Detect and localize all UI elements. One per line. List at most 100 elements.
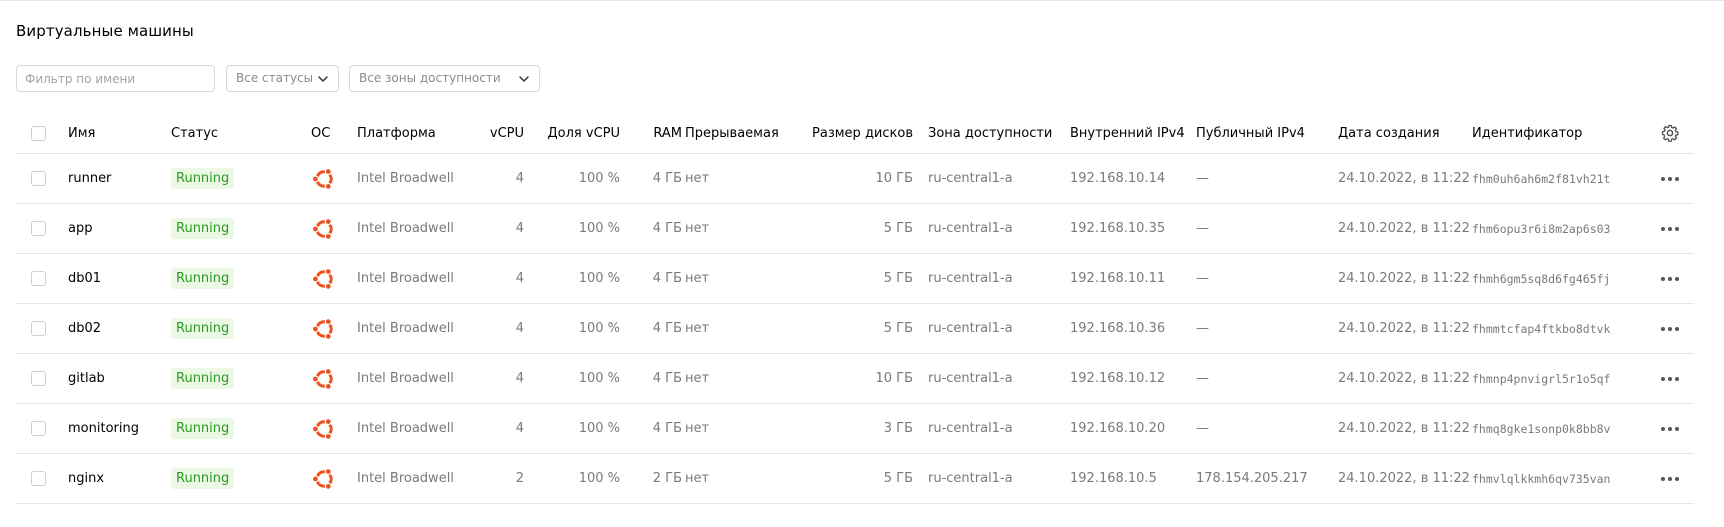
- row-checkbox[interactable]: [31, 221, 46, 236]
- name-filter-input[interactable]: [16, 65, 215, 92]
- status-badge: Running: [171, 218, 235, 239]
- ram: 4 ГБ: [652, 171, 682, 186]
- internal-ip: 192.168.10.14: [1070, 171, 1166, 186]
- vm-name[interactable]: gitlab: [68, 354, 163, 403]
- status-badge: Running: [171, 318, 235, 339]
- disk-size: 3 ГБ: [883, 421, 913, 436]
- vm-name[interactable]: nginx: [68, 454, 163, 503]
- ubuntu-icon: [311, 417, 333, 440]
- chevron-down-icon: [318, 76, 328, 82]
- more-actions-icon[interactable]: [1661, 276, 1679, 281]
- column-header-os[interactable]: ОС: [311, 113, 341, 153]
- table-row[interactable]: gitlab Running Intel Broadwell 4 100 % 4…: [16, 354, 1694, 404]
- column-header-created[interactable]: Дата создания: [1338, 113, 1468, 153]
- zone-filter-select[interactable]: Все зоны доступности: [349, 65, 540, 92]
- vm-table: Имя Статус ОС Платформа vCPU Доля vCPU R…: [16, 113, 1694, 504]
- disk-size: 5 ГБ: [883, 321, 913, 336]
- table-row[interactable]: monitoring Running Intel Broadwell 4 100…: [16, 404, 1694, 454]
- more-actions-icon[interactable]: [1661, 176, 1679, 181]
- availability-zone: ru-central1-a: [928, 221, 1013, 236]
- ubuntu-icon: [311, 317, 333, 340]
- column-header-disk-size[interactable]: Размер дисков: [806, 113, 913, 153]
- gear-icon[interactable]: [1661, 124, 1679, 142]
- vm-id: fhmmtcfap4ftkbo8dtvk: [1472, 321, 1611, 336]
- column-header-platform[interactable]: Платформа: [357, 113, 467, 153]
- availability-zone: ru-central1-a: [928, 421, 1013, 436]
- platform: Intel Broadwell: [357, 371, 454, 386]
- ubuntu-icon: [311, 217, 333, 240]
- platform: Intel Broadwell: [357, 221, 454, 236]
- row-checkbox[interactable]: [31, 321, 46, 336]
- row-checkbox[interactable]: [31, 471, 46, 486]
- row-checkbox[interactable]: [31, 421, 46, 436]
- vcpu: 4: [515, 321, 524, 336]
- preemptible: нет: [685, 271, 710, 286]
- row-checkbox[interactable]: [31, 271, 46, 286]
- platform: Intel Broadwell: [357, 321, 454, 336]
- vm-name[interactable]: monitoring: [68, 404, 163, 453]
- disk-size: 5 ГБ: [883, 271, 913, 286]
- table-row[interactable]: app Running Intel Broadwell 4 100 % 4 ГБ…: [16, 204, 1694, 254]
- ubuntu-icon: [311, 367, 333, 390]
- column-header-vcpu[interactable]: vCPU: [471, 113, 524, 153]
- disk-size: 5 ГБ: [883, 221, 913, 236]
- internal-ip: 192.168.10.35: [1070, 221, 1166, 236]
- internal-ip: 192.168.10.36: [1070, 321, 1166, 336]
- platform: Intel Broadwell: [357, 171, 454, 186]
- created-date: 24.10.2022, в 11:22: [1338, 221, 1470, 236]
- vcpu-share: 100 %: [578, 471, 620, 486]
- column-header-name[interactable]: Имя: [68, 113, 163, 153]
- column-header-zone[interactable]: Зона доступности: [928, 113, 1058, 153]
- preemptible: нет: [685, 221, 710, 236]
- internal-ip: 192.168.10.20: [1070, 421, 1166, 436]
- vcpu-share: 100 %: [578, 221, 620, 236]
- preemptible: нет: [685, 421, 710, 436]
- more-actions-icon[interactable]: [1661, 326, 1679, 331]
- ram: 4 ГБ: [652, 421, 682, 436]
- preemptible: нет: [685, 171, 710, 186]
- platform: Intel Broadwell: [357, 421, 454, 436]
- row-checkbox[interactable]: [31, 371, 46, 386]
- column-header-vcpu-share[interactable]: Доля vCPU: [536, 113, 621, 153]
- more-actions-icon[interactable]: [1661, 426, 1679, 431]
- ram: 2 ГБ: [652, 471, 682, 486]
- column-header-preemptible[interactable]: Прерываемая: [685, 113, 785, 153]
- column-header-public-ip[interactable]: Публичный IPv4: [1196, 113, 1326, 153]
- column-header-id[interactable]: Идентификатор: [1472, 113, 1642, 153]
- row-checkbox[interactable]: [31, 171, 46, 186]
- status-filter-select[interactable]: Все статусы: [226, 65, 339, 92]
- ram: 4 ГБ: [652, 321, 682, 336]
- vcpu-share: 100 %: [578, 321, 620, 336]
- column-header-ram[interactable]: RAM: [631, 113, 682, 153]
- public-ip: —: [1196, 421, 1209, 436]
- table-row[interactable]: nginx Running Intel Broadwell 2 100 % 2 …: [16, 454, 1694, 504]
- internal-ip: 192.168.10.11: [1070, 271, 1166, 286]
- preemptible: нет: [685, 371, 710, 386]
- created-date: 24.10.2022, в 11:22: [1338, 171, 1470, 186]
- more-actions-icon[interactable]: [1661, 476, 1679, 481]
- public-ip: —: [1196, 171, 1209, 186]
- table-row[interactable]: db01 Running Intel Broadwell 4 100 % 4 Г…: [16, 254, 1694, 304]
- vm-id: fhmh6gm5sq8d6fg465fj: [1472, 271, 1611, 286]
- vm-name[interactable]: db01: [68, 254, 163, 303]
- vcpu: 4: [515, 171, 524, 186]
- column-header-internal-ip[interactable]: Внутренний IPv4: [1070, 113, 1185, 153]
- vm-name[interactable]: app: [68, 204, 163, 253]
- status-badge: Running: [171, 468, 235, 489]
- created-date: 24.10.2022, в 11:22: [1338, 371, 1470, 386]
- platform: Intel Broadwell: [357, 471, 454, 486]
- availability-zone: ru-central1-a: [928, 171, 1013, 186]
- vm-name[interactable]: db02: [68, 304, 163, 353]
- disk-size: 10 ГБ: [875, 371, 913, 386]
- availability-zone: ru-central1-a: [928, 271, 1013, 286]
- table-row[interactable]: runner Running Intel Broadwell 4 100 % 4…: [16, 154, 1694, 204]
- preemptible: нет: [685, 471, 710, 486]
- more-actions-icon[interactable]: [1661, 226, 1679, 231]
- column-header-status[interactable]: Статус: [171, 113, 281, 153]
- select-all-checkbox[interactable]: [31, 125, 46, 141]
- more-actions-icon[interactable]: [1661, 376, 1679, 381]
- created-date: 24.10.2022, в 11:22: [1338, 321, 1470, 336]
- vcpu: 2: [515, 471, 524, 486]
- vm-name[interactable]: runner: [68, 154, 163, 203]
- table-row[interactable]: db02 Running Intel Broadwell 4 100 % 4 Г…: [16, 304, 1694, 354]
